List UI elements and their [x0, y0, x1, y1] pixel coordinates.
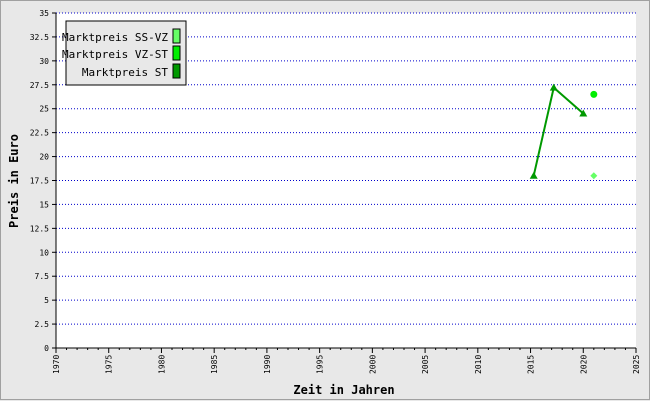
chart-frame: 0 2.5 5 7.5 10 12.5 15 17.5 20 22.5 25 27.5 30 32.5 35…: [0, 0, 650, 400]
legend-label-vz-st: Marktpreis VZ-ST: [62, 48, 168, 61]
y-tick-label: 35: [39, 9, 49, 18]
x-tick-label: 2020: [579, 355, 588, 374]
legend-swatch-ss-vz: [172, 28, 181, 44]
y-tick-label: 12.5: [30, 224, 49, 233]
y-tick-label: 2.5: [35, 320, 50, 329]
x-tick-label: 1990: [263, 355, 272, 374]
legend-label-st: Marktpreis ST: [82, 66, 168, 79]
y-tick-label: 22.5: [30, 129, 49, 138]
x-tick-label: 1975: [105, 355, 114, 374]
x-tick-label: 2010: [474, 355, 483, 374]
legend: Marktpreis SS-VZ Marktpreis VZ-ST Marktp…: [62, 20, 187, 86]
y-tick-labels: 0 2.5 5 7.5 10 12.5 15 17.5 20 22.5 25 27.5 30 32.5 35: [30, 9, 49, 353]
y-tick-label: 5: [44, 296, 49, 305]
y-tick-label: 30: [39, 57, 49, 66]
y-tick-label: 27.5: [30, 81, 49, 90]
legend-label-ss-vz: Marktpreis SS-VZ: [62, 31, 168, 44]
line-chart: 0 2.5 5 7.5 10 12.5 15 17.5 20 22.5 25 27.5 30 32.5 35…: [7, 9, 641, 397]
x-tick-label: 1985: [210, 355, 219, 374]
y-tick-label: 17.5: [30, 177, 49, 186]
x-tick-label: 1970: [52, 355, 61, 374]
x-tick-labels: 1970 1975 1980 1985 1990 1995 2000 2005 2010 2015…: [52, 355, 641, 374]
legend-swatch-st: [172, 63, 181, 79]
y-tick-label: 32.5: [30, 33, 49, 42]
y-tick-label: 10: [39, 248, 49, 257]
data-point: [590, 90, 598, 98]
y-axis-title: Preis in Euro: [7, 134, 21, 228]
x-tick-label: 2015: [527, 355, 536, 374]
x-tick-label: 1980: [157, 355, 166, 374]
y-tick-label: 20: [39, 153, 49, 162]
y-tick-label: 25: [39, 105, 49, 114]
x-tick-label: 2025: [632, 355, 641, 374]
y-tick-label: 15: [39, 200, 49, 209]
legend-swatch-vz-st: [172, 45, 181, 61]
x-tick-label: 1995: [316, 355, 325, 374]
x-tick-label: 2000: [368, 355, 377, 374]
x-tick-label: 2005: [421, 355, 430, 374]
x-axis-title: Zeit in Jahren: [293, 383, 394, 397]
y-tick-label: 7.5: [35, 272, 50, 281]
y-tick-label: 0: [44, 344, 49, 353]
